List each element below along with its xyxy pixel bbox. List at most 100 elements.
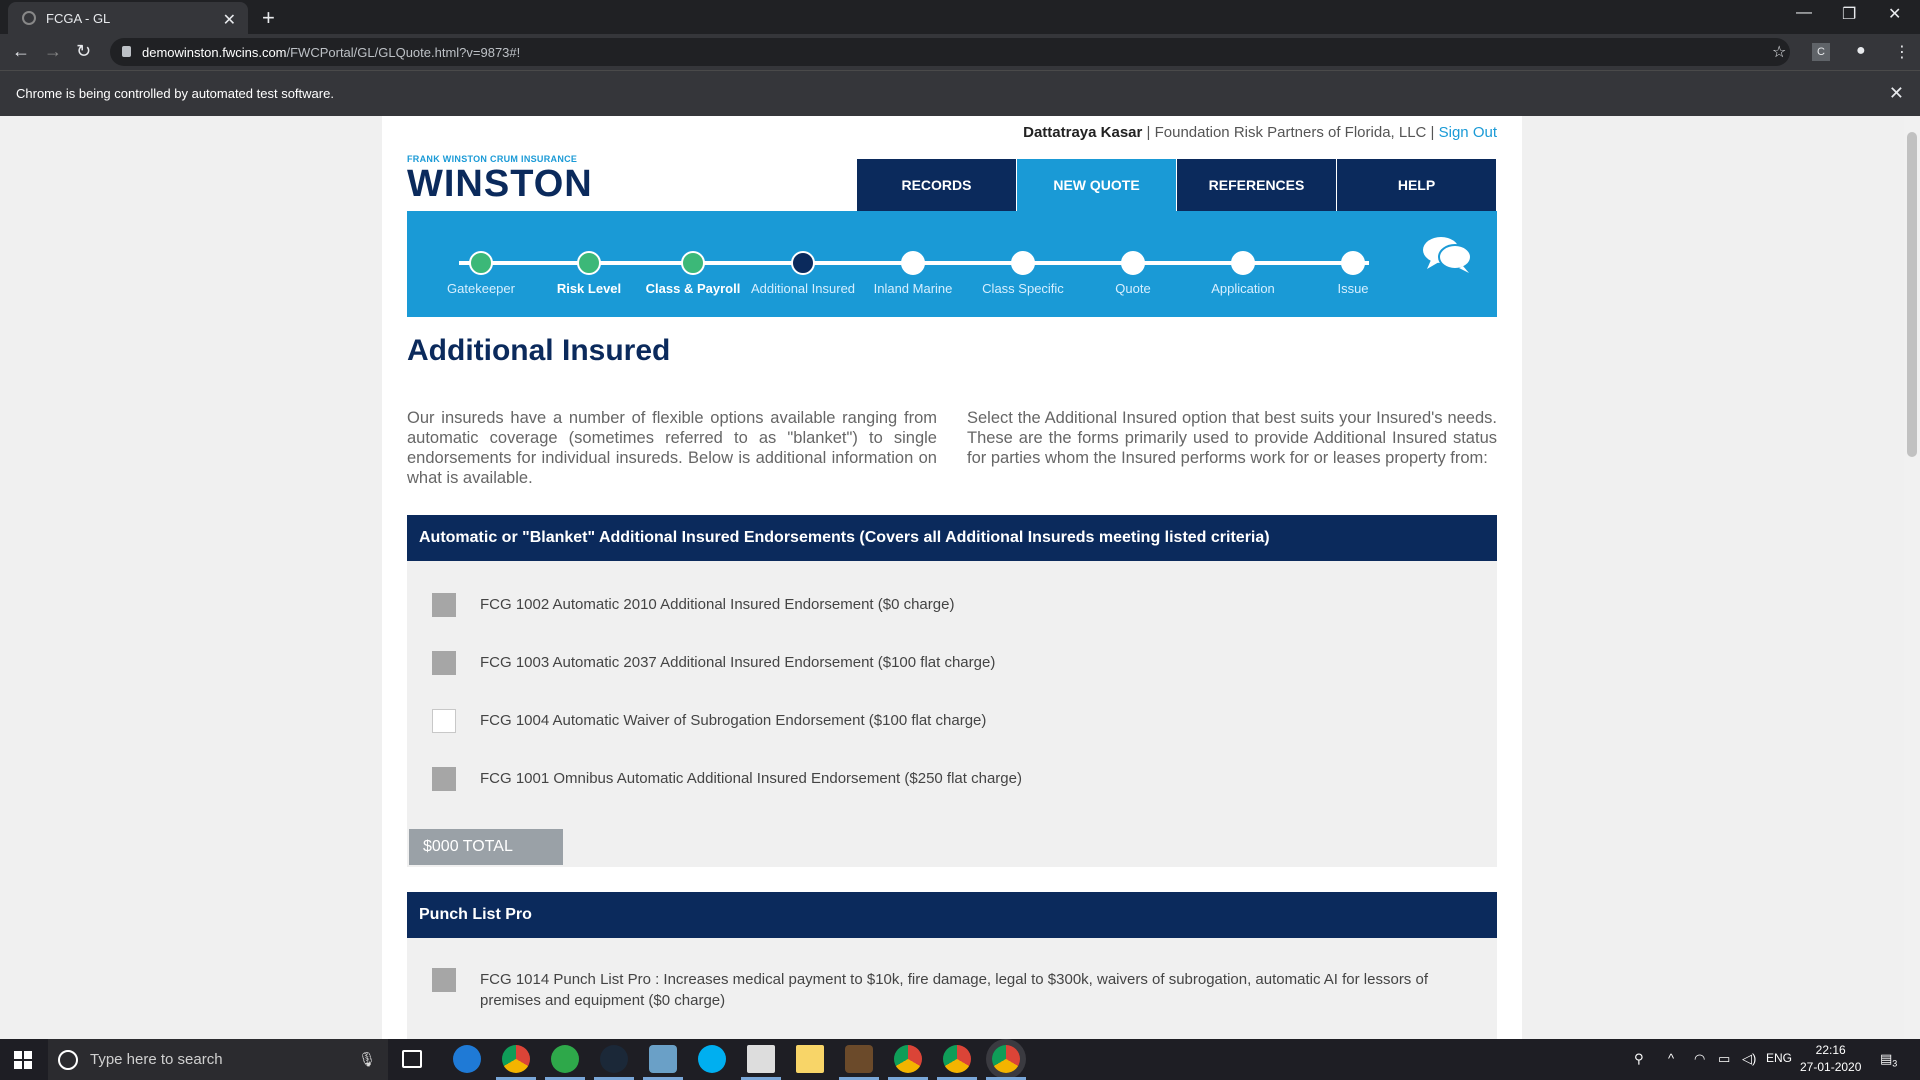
task-view-icon[interactable]: [402, 1050, 422, 1068]
infobar-close-icon[interactable]: ✕: [1889, 83, 1904, 104]
punch-list-section-body: FCG 1014 Punch List Pro : Increases medi…: [407, 938, 1497, 1039]
fcg-1001-checkbox[interactable]: [432, 767, 456, 791]
new-tab-icon[interactable]: +: [262, 5, 275, 31]
tab-close-icon[interactable]: ✕: [223, 10, 236, 30]
option-label: FCG 1003 Automatic 2037 Additional Insur…: [480, 654, 996, 671]
taskbar-search-placeholder: Type here to search: [90, 1051, 223, 1068]
browser-tab[interactable]: FCGA - GL ✕: [8, 2, 248, 34]
network-icon[interactable]: ◠: [1694, 1051, 1705, 1067]
fcg-1014-checkbox[interactable]: [432, 968, 456, 992]
fcg-1002-checkbox[interactable]: [432, 593, 456, 617]
step-risk-level[interactable]: Risk Level: [529, 251, 649, 296]
notepad-icon[interactable]: [649, 1045, 677, 1073]
page-scrollbar-thumb[interactable]: [1907, 132, 1917, 457]
tab-title: FCGA - GL: [46, 10, 111, 26]
fcg-1004-checkbox[interactable]: [432, 709, 456, 733]
extension-icon[interactable]: C: [1812, 43, 1830, 61]
option-fcg-1014: FCG 1014 Punch List Pro : Increases medi…: [432, 968, 1472, 1011]
chrome-icon[interactable]: [502, 1045, 530, 1073]
step-label: Application: [1211, 281, 1275, 296]
chat-icon[interactable]: [1421, 235, 1473, 275]
notifications-icon[interactable]: ▤3: [1880, 1051, 1897, 1069]
back-icon[interactable]: ←: [12, 41, 30, 62]
lock-icon[interactable]: [122, 46, 131, 57]
step-issue[interactable]: Issue: [1293, 251, 1413, 296]
step-label: Risk Level: [556, 281, 622, 296]
cortana-icon: [58, 1050, 78, 1070]
step-inland-marine[interactable]: Inland Marine: [853, 251, 973, 296]
blanket-section-header: Automatic or "Blanket" Additional Insure…: [407, 515, 1497, 561]
option-fcg-1004: FCG 1004 Automatic Waiver of Subrogation…: [432, 709, 986, 733]
torrent-icon[interactable]: [551, 1045, 579, 1073]
game-icon[interactable]: [845, 1045, 873, 1073]
file-explorer-icon[interactable]: [796, 1045, 824, 1073]
windows-start-icon[interactable]: [14, 1051, 32, 1069]
step-gatekeeper[interactable]: Gatekeeper: [421, 251, 541, 296]
edge-icon[interactable]: [453, 1045, 481, 1073]
menu-icon[interactable]: ⋮: [1894, 42, 1910, 62]
profile-icon[interactable]: ●: [1856, 42, 1866, 60]
step-label: Additional Insured: [750, 281, 856, 296]
nav-new-quote[interactable]: NEW QUOTE: [1017, 159, 1177, 211]
nav-references[interactable]: REFERENCES: [1177, 159, 1337, 211]
url-field[interactable]: demowinston.fwcins.com/FWCPortal/GL/GLQu…: [110, 38, 1790, 66]
intro-right-text: Select the Additional Insured option tha…: [967, 409, 1497, 467]
progress-stepper: Gatekeeper Risk Level Class & Payroll Ad…: [407, 211, 1497, 317]
skype-icon[interactable]: [698, 1045, 726, 1073]
step-dot: [1341, 251, 1365, 275]
step-dot: [1011, 251, 1035, 275]
chrome-icon[interactable]: [894, 1045, 922, 1073]
language-indicator[interactable]: ENG: [1766, 1051, 1792, 1065]
taskbar-search[interactable]: Type here to search 🎙: [48, 1039, 388, 1080]
user-name: Dattatraya Kasar: [1023, 124, 1143, 141]
bookmark-star-icon[interactable]: ☆: [1772, 42, 1786, 62]
battery-icon[interactable]: ▭: [1718, 1051, 1730, 1067]
agency-name: Foundation Risk Partners of Florida, LLC: [1154, 124, 1427, 141]
window-close-icon[interactable]: ✕: [1888, 4, 1901, 24]
nav-help[interactable]: HELP: [1337, 159, 1497, 211]
step-class-payroll[interactable]: Class & Payroll: [633, 251, 753, 296]
tray-chevron-icon[interactable]: ^: [1668, 1051, 1674, 1066]
step-label: Class & Payroll: [645, 281, 741, 296]
step-quote[interactable]: Quote: [1073, 251, 1193, 296]
chrome-icon[interactable]: [943, 1045, 971, 1073]
forward-icon[interactable]: →: [44, 41, 62, 62]
intro-left-text: Our insureds have a number of flexible o…: [407, 409, 937, 487]
fcg-1003-checkbox[interactable]: [432, 651, 456, 675]
step-dot: [901, 251, 925, 275]
logo-wordmark: WINSTON: [407, 163, 593, 205]
restore-icon[interactable]: ❐: [1842, 4, 1856, 24]
chrome-active-icon[interactable]: [992, 1045, 1020, 1073]
sign-out-link[interactable]: Sign Out: [1439, 124, 1497, 141]
url-path: /FWCPortal/GL/GLQuote.html?v=9873#!: [286, 44, 521, 60]
windows-taskbar: Type here to search 🎙 ⚲ ^ ◠ ▭ ◁) ENG 22:…: [0, 1039, 1920, 1080]
reload-icon[interactable]: ↻: [76, 41, 91, 62]
blanket-total-badge: $000 TOTAL: [409, 829, 563, 865]
page-viewport: Dattatraya Kasar | Foundation Risk Partn…: [0, 116, 1904, 1039]
step-class-specific[interactable]: Class Specific: [963, 251, 1083, 296]
page-title: Additional Insured: [407, 334, 671, 367]
option-fcg-1003: FCG 1003 Automatic 2037 Additional Insur…: [432, 651, 995, 675]
step-dot: [577, 251, 601, 275]
photos-icon[interactable]: [747, 1045, 775, 1073]
notification-count: 3: [1892, 1058, 1898, 1069]
winston-logo[interactable]: FRANK WINSTON CRUM INSURANCE WINSTON: [407, 154, 593, 204]
clock-time: 22:16: [1815, 1043, 1846, 1057]
step-label: Issue: [1337, 281, 1369, 296]
page-favicon-icon: [22, 11, 36, 25]
main-nav: RECORDS NEW QUOTE REFERENCES HELP: [857, 159, 1497, 211]
taskbar-clock[interactable]: 22:16 27-01-2020: [1800, 1042, 1861, 1076]
step-dot: [1231, 251, 1255, 275]
step-dot: [1121, 251, 1145, 275]
people-icon[interactable]: ⚲: [1634, 1051, 1644, 1067]
step-additional-insured[interactable]: Additional Insured: [743, 251, 863, 296]
volume-icon[interactable]: ◁): [1742, 1051, 1756, 1067]
step-dot: [469, 251, 493, 275]
option-label: FCG 1004 Automatic Waiver of Subrogation…: [480, 712, 987, 729]
steam-icon[interactable]: [600, 1045, 628, 1073]
nav-records[interactable]: RECORDS: [857, 159, 1017, 211]
step-dot: [791, 251, 815, 275]
microphone-icon[interactable]: 🎙: [358, 1051, 376, 1068]
minimize-icon[interactable]: —: [1796, 4, 1812, 22]
step-application[interactable]: Application: [1183, 251, 1303, 296]
